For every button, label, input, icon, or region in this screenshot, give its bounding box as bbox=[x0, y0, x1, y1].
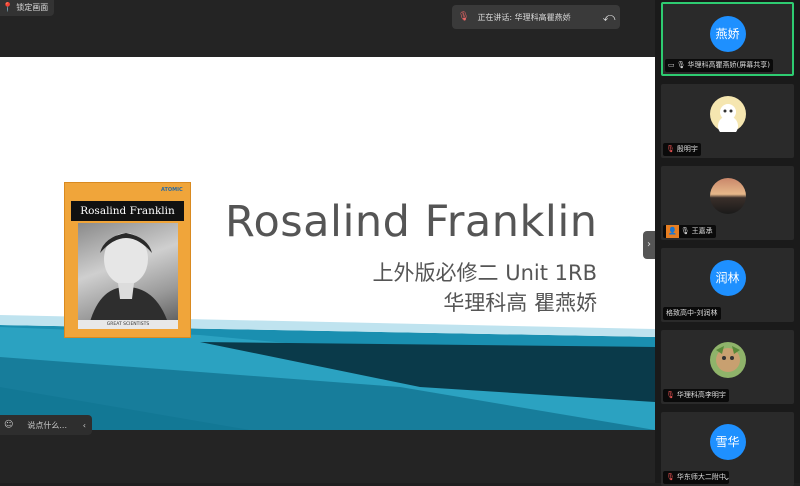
main-stage: 📍 锁定画面 🎙 正在讲话: 华理科高瞿燕娇 ⤺ Rosalind Frankl… bbox=[0, 0, 655, 483]
book-caption: GREAT SCIENTISTS bbox=[78, 320, 178, 329]
avatar bbox=[709, 342, 746, 378]
participant-name: 格致高中-刘润林 bbox=[666, 309, 718, 317]
participant-tile[interactable]: 🎙 华理科高李明宇 bbox=[661, 330, 794, 404]
avatar bbox=[709, 96, 746, 136]
book-banner: Rosalind Franklin bbox=[71, 201, 184, 221]
avatar: 润林 bbox=[709, 260, 746, 296]
mic-off-icon: 🎙 bbox=[666, 145, 675, 153]
pin-icon: 📍 bbox=[2, 3, 14, 13]
participant-name: 华东师大二附中 bbox=[676, 473, 726, 481]
lock-screen-label: 锁定画面 bbox=[16, 3, 49, 12]
participant-tile[interactable]: 燕娇 ▭ 🎙 华理科高瞿燕娇(屏幕共享) bbox=[661, 2, 794, 76]
mic-off-icon: 🎙 bbox=[666, 391, 675, 399]
participant-nameplate: 格致高中-刘润林 bbox=[663, 307, 721, 320]
participant-nameplate: 🎙 华理科高李明宇 bbox=[663, 389, 729, 402]
participant-name: 华理科高瞿燕娇(屏幕共享) bbox=[687, 61, 770, 69]
participant-tile[interactable]: 雪华 🎙 华东师大二附中 ⌄ bbox=[661, 412, 794, 486]
mic-off-icon: 🎙 bbox=[666, 473, 675, 481]
participant-name: 王嘉承 bbox=[691, 227, 713, 235]
back-arrow-icon[interactable]: ⤺ bbox=[598, 5, 620, 29]
emoji-icon[interactable]: ☺ bbox=[4, 420, 13, 430]
mic-icon: 🎙 bbox=[458, 12, 470, 22]
avatar: 雪华 bbox=[709, 424, 746, 460]
participant-nameplate: 🎙 殷明宇 bbox=[663, 143, 701, 156]
avatar: 燕娇 bbox=[709, 16, 746, 52]
collapse-sidebar-button[interactable]: › bbox=[643, 231, 655, 259]
participant-nameplate: 👤 🎙 王嘉承 bbox=[663, 225, 716, 238]
book-cover-image: ATOMIC Rosalind Franklin GREAT SCIENTIST… bbox=[64, 182, 191, 338]
avatar bbox=[709, 178, 746, 214]
screen-share-icon: ▭ bbox=[668, 61, 675, 69]
chevron-down-icon[interactable]: ⌄ bbox=[723, 473, 731, 483]
chevron-left-icon[interactable]: ‹ bbox=[83, 421, 86, 430]
participant-sidebar: 燕娇 ▭ 🎙 华理科高瞿燕娇(屏幕共享) 🎙 殷明宇 👤 🎙 王嘉承 润林 格致… bbox=[655, 0, 800, 486]
speaking-label: 正在讲话: 华理科高瞿燕娇 bbox=[477, 12, 571, 22]
user-icon: 👤 bbox=[666, 225, 679, 238]
lock-screen-button[interactable]: 📍 锁定画面 bbox=[0, 0, 55, 16]
participant-nameplate: ▭ 🎙 华理科高瞿燕娇(屏幕共享) bbox=[665, 59, 773, 72]
participant-tile[interactable]: 🎙 殷明宇 bbox=[661, 84, 794, 158]
book-tag: ATOMIC bbox=[161, 187, 183, 193]
participant-tile[interactable]: 润林 格致高中-刘润林 bbox=[661, 248, 794, 322]
portrait-photo bbox=[78, 223, 178, 329]
speaking-indicator: 🎙 正在讲话: 华理科高瞿燕娇 bbox=[452, 5, 620, 29]
chat-input-bar[interactable]: ☺ 说点什么... ‹ bbox=[0, 415, 92, 435]
mic-icon: 🎙 bbox=[680, 227, 690, 235]
mic-icon: 🎙 bbox=[676, 61, 686, 69]
slide-subtitle-author: 华理科高 瞿燕娇 bbox=[443, 291, 597, 315]
slide-subtitle-course: 上外版必修二 Unit 1RB bbox=[372, 261, 597, 285]
participant-name: 殷明宇 bbox=[676, 145, 698, 153]
participant-tile[interactable]: 👤 🎙 王嘉承 bbox=[661, 166, 794, 240]
slide-title: Rosalind Franklin bbox=[225, 197, 598, 247]
participant-nameplate: 🎙 华东师大二附中 bbox=[663, 471, 729, 484]
chat-placeholder: 说点什么... bbox=[27, 420, 68, 430]
participant-name: 华理科高李明宇 bbox=[676, 391, 726, 399]
